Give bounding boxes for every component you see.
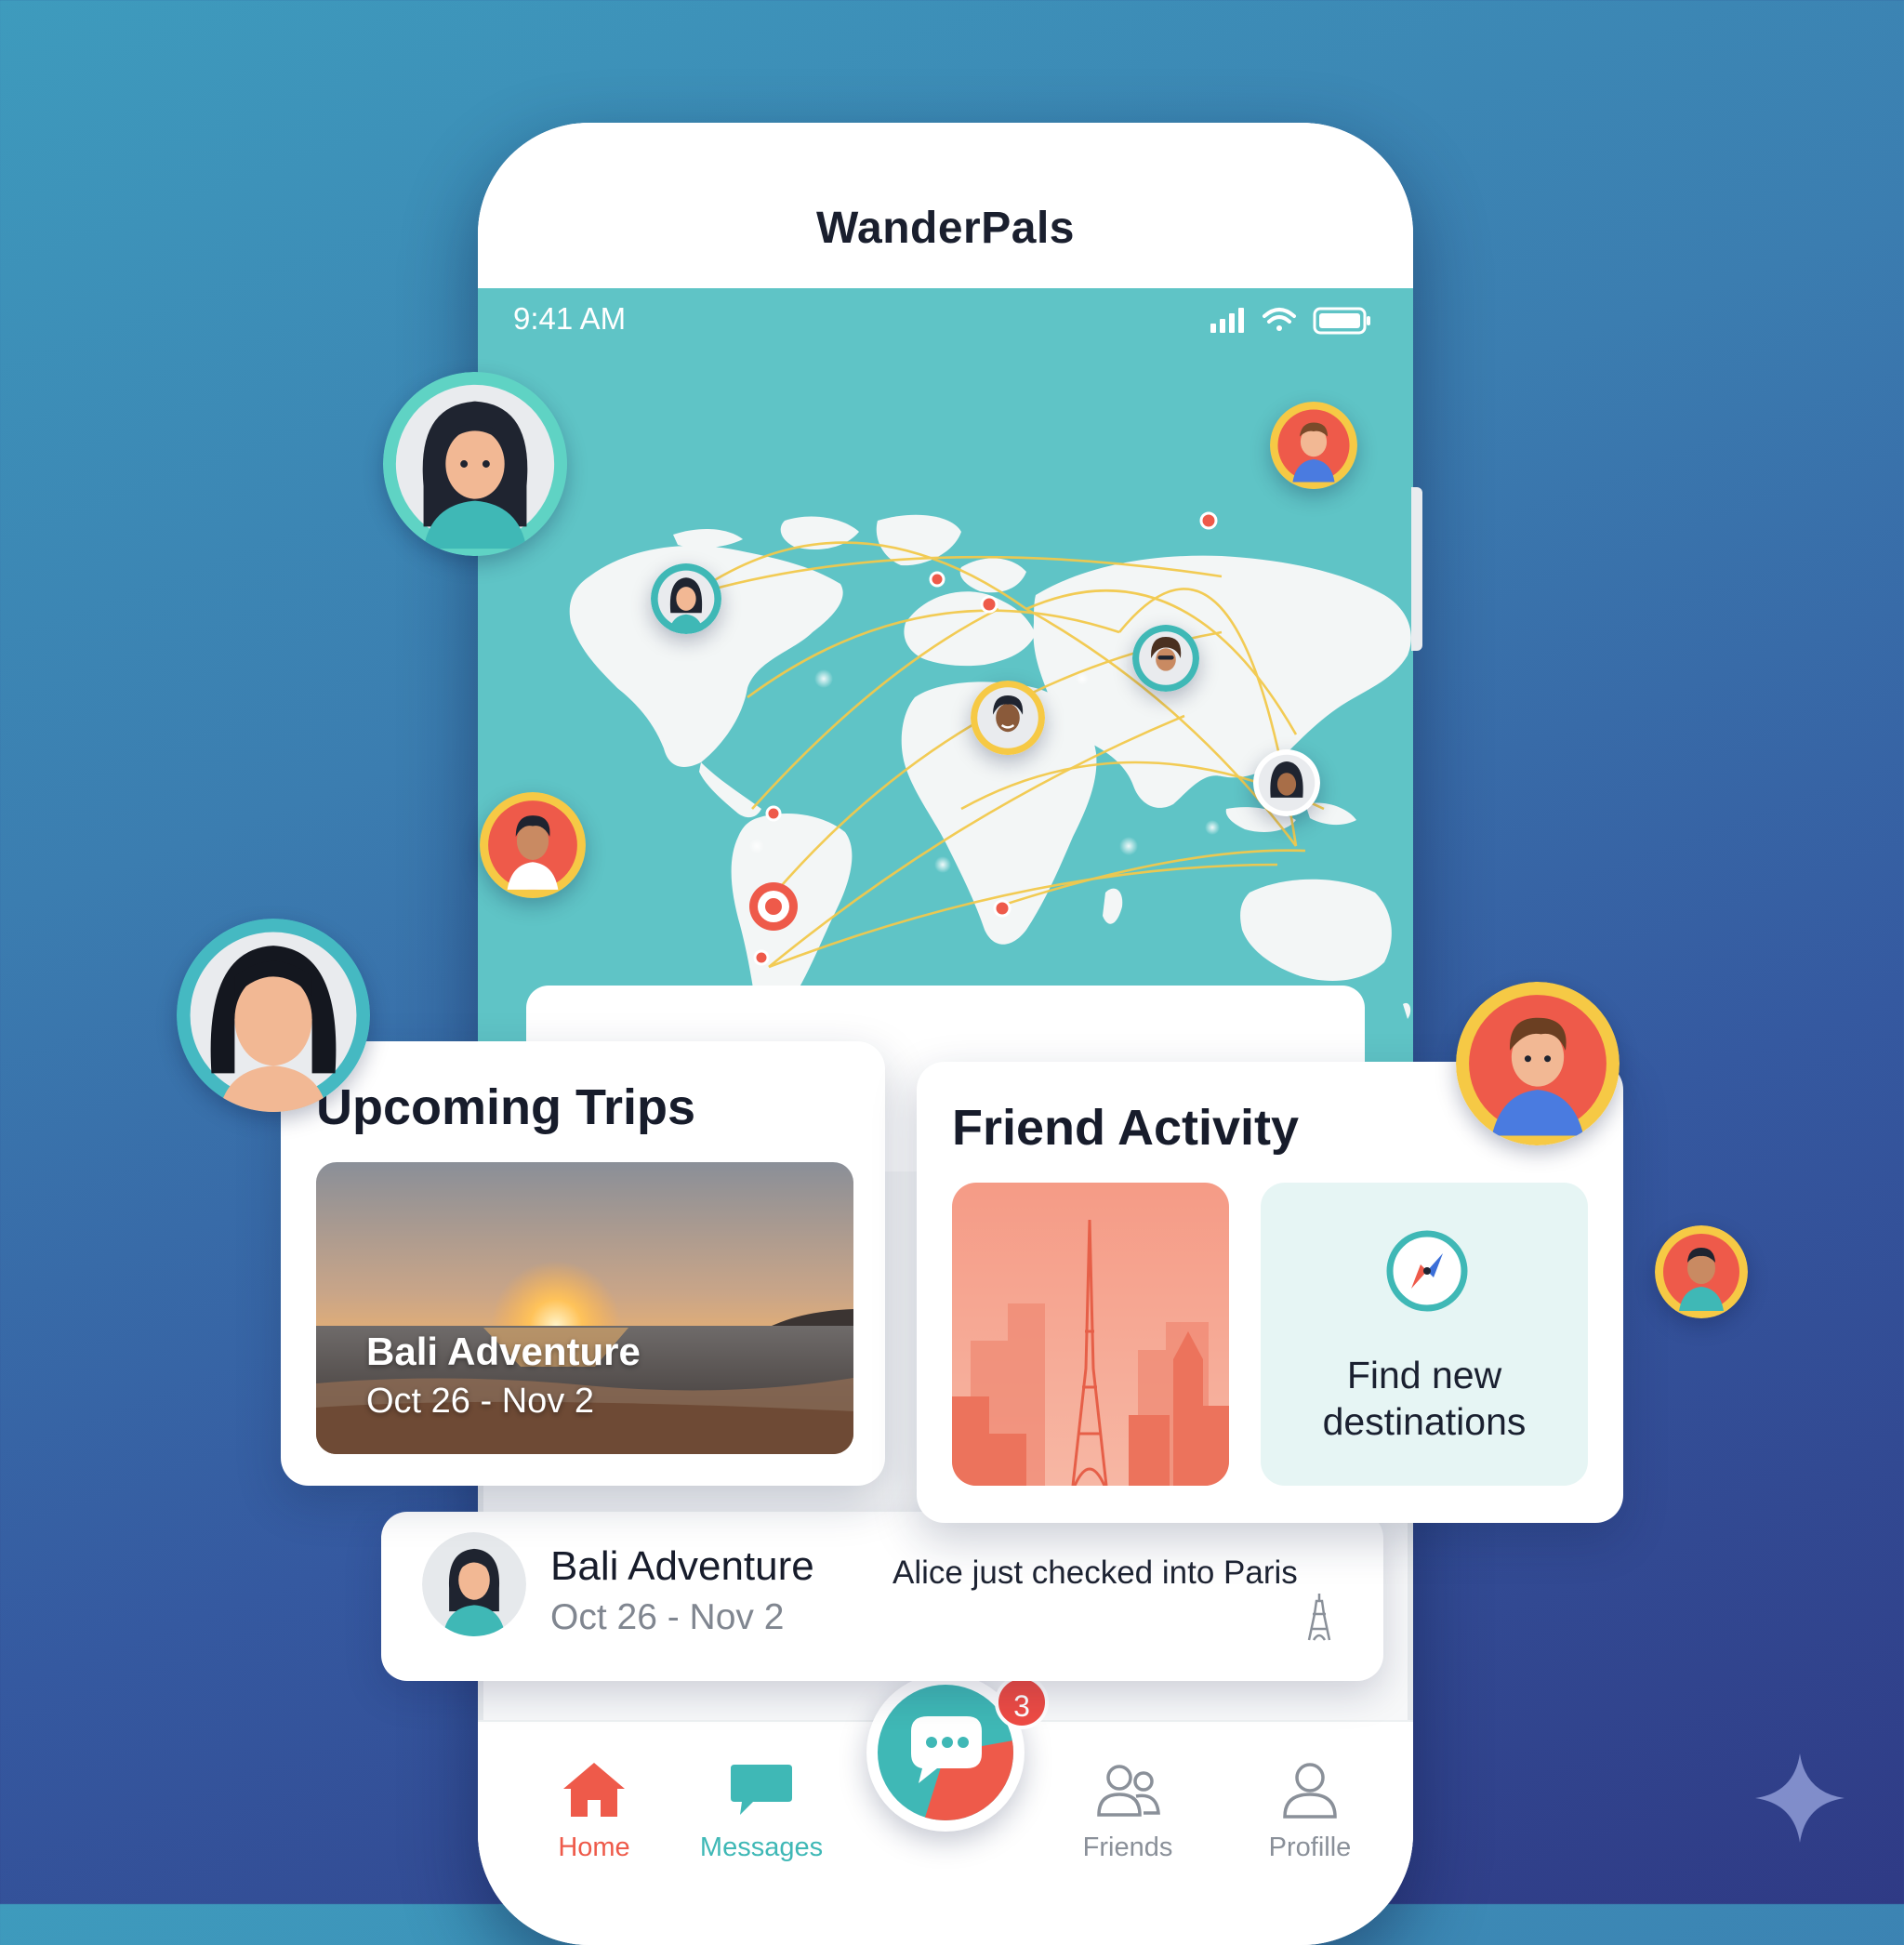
nav-home[interactable]: Home bbox=[515, 1759, 673, 1863]
trip-activity-panel[interactable]: Bali Adventure Oct 26 - Nov 2 Alice just… bbox=[381, 1512, 1383, 1681]
app-header: WanderPals bbox=[478, 123, 1413, 288]
profile-icon bbox=[1283, 1763, 1337, 1819]
avatar[interactable] bbox=[1456, 982, 1620, 1145]
home-icon bbox=[563, 1763, 625, 1817]
message-icon bbox=[731, 1765, 792, 1815]
nav-friends-label: Friends bbox=[1082, 1833, 1173, 1862]
discover-destinations-tile[interactable]: Find new destinations bbox=[1261, 1183, 1588, 1486]
avatar[interactable] bbox=[1132, 625, 1199, 692]
target-pin-icon bbox=[749, 882, 798, 931]
upcoming-trips-heading: Upcoming Trips bbox=[316, 1079, 696, 1135]
friend-activity-heading: Friend Activity bbox=[952, 1100, 1300, 1156]
discover-label: Find new destinations bbox=[1322, 1354, 1527, 1443]
notification-badge: 3 bbox=[995, 1675, 1049, 1729]
paris-checkin-tile[interactable] bbox=[952, 1183, 1229, 1486]
sparkle-icon bbox=[1755, 1753, 1844, 1843]
avatar[interactable] bbox=[480, 792, 586, 898]
nav-profile[interactable]: Profille bbox=[1231, 1759, 1389, 1863]
trip-dates: Oct 26 - Nov 2 bbox=[550, 1597, 785, 1637]
compass-icon bbox=[1386, 1230, 1468, 1312]
activity-feed-text: Alice just checked into Paris bbox=[892, 1555, 1298, 1591]
avatar[interactable] bbox=[971, 681, 1045, 755]
bottom-navigation: Home Messages 3 Friends Profille bbox=[478, 1674, 1413, 1945]
trip-photo[interactable]: Bali Adventure Oct 26 - Nov 2 bbox=[316, 1162, 853, 1454]
photo-trip-name: Bali Adventure bbox=[366, 1330, 641, 1373]
nav-home-label: Home bbox=[558, 1833, 630, 1862]
photo-trip-dates: Oct 26 - Nov 2 bbox=[366, 1382, 594, 1421]
avatar[interactable] bbox=[1655, 1225, 1748, 1318]
nav-messages-label: Messages bbox=[699, 1833, 824, 1862]
avatar[interactable] bbox=[651, 563, 721, 634]
phone-side-button bbox=[1411, 487, 1422, 651]
nav-messages[interactable]: Messages bbox=[682, 1759, 840, 1863]
friends-icon bbox=[1097, 1765, 1160, 1817]
paris-skyline-image bbox=[952, 1183, 1229, 1486]
avatar[interactable] bbox=[1270, 402, 1357, 489]
eiffel-tower-icon bbox=[1307, 1594, 1331, 1641]
avatar bbox=[422, 1532, 526, 1636]
avatar[interactable] bbox=[383, 372, 567, 556]
nav-friends[interactable]: Friends bbox=[1049, 1759, 1207, 1863]
trip-name: Bali Adventure bbox=[550, 1543, 814, 1589]
upcoming-trips-card[interactable]: Upcoming Trips Bali Adventure Oct 26 - N… bbox=[281, 1041, 885, 1486]
avatar[interactable] bbox=[177, 919, 370, 1112]
avatar[interactable] bbox=[1253, 749, 1320, 816]
chat-icon bbox=[878, 1685, 1013, 1820]
app-title: WanderPals bbox=[816, 204, 1075, 253]
nav-profile-label: Profille bbox=[1268, 1833, 1352, 1862]
